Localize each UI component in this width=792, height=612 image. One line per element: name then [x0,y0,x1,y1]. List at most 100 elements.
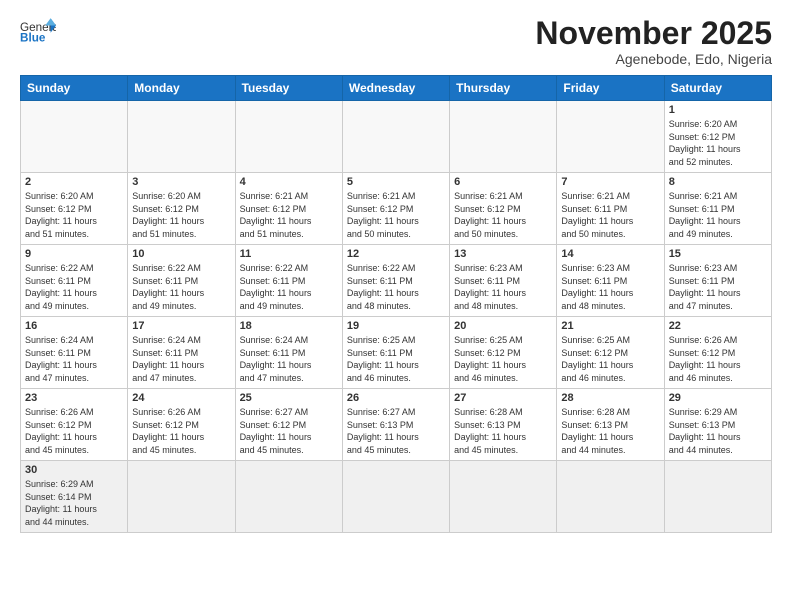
calendar-cell [342,101,449,173]
day-info: Sunrise: 6:24 AM Sunset: 6:11 PM Dayligh… [132,334,230,384]
day-number: 30 [25,464,123,476]
calendar-cell: 22 Sunrise: 6:26 AM Sunset: 6:12 PM Dayli… [664,317,771,389]
day-number: 10 [132,248,230,260]
calendar-row-5: 23Sunrise: 6:26 AM Sunset: 6:12 PM Dayli… [21,389,772,461]
day-info: Sunrise: 6:28 AM Sunset: 6:13 PM Dayligh… [454,406,552,456]
day-info: Sunrise: 6:20 AM Sunset: 6:12 PM Dayligh… [25,190,123,240]
day-number: 1 [669,104,767,116]
calendar-cell: 23Sunrise: 6:26 AM Sunset: 6:12 PM Dayli… [21,389,128,461]
day-number: 7 [561,176,659,188]
calendar-cell [664,461,771,533]
weekday-saturday: Saturday [664,76,771,101]
calendar-cell: 1 Sunrise: 6:20 AM Sunset: 6:12 PM Daylig… [664,101,771,173]
calendar-cell [235,461,342,533]
calendar-cell: 28 Sunrise: 6:28 AM Sunset: 6:13 PM Dayli… [557,389,664,461]
weekday-tuesday: Tuesday [235,76,342,101]
day-info: Sunrise: 6:21 AM Sunset: 6:12 PM Dayligh… [347,190,445,240]
location: Agenebode, Edo, Nigeria [535,51,772,67]
day-number: 22 [669,320,767,332]
calendar-cell: 4 Sunrise: 6:21 AM Sunset: 6:12 PM Daylig… [235,173,342,245]
day-info: Sunrise: 6:22 AM Sunset: 6:11 PM Dayligh… [347,262,445,312]
day-info: Sunrise: 6:23 AM Sunset: 6:11 PM Dayligh… [669,262,767,312]
calendar-cell: 14Sunrise: 6:23 AM Sunset: 6:11 PM Dayli… [557,245,664,317]
calendar-row-6: 30 Sunrise: 6:29 AM Sunset: 6:14 PM Dayli… [21,461,772,533]
day-info: Sunrise: 6:26 AM Sunset: 6:12 PM Dayligh… [25,406,123,456]
calendar-cell: 10 Sunrise: 6:22 AM Sunset: 6:11 PM Dayli… [128,245,235,317]
calendar-cell [557,461,664,533]
day-number: 28 [561,392,659,404]
calendar-cell: 9Sunrise: 6:22 AM Sunset: 6:11 PM Daylig… [21,245,128,317]
day-number: 21 [561,320,659,332]
calendar-cell: 25 Sunrise: 6:27 AM Sunset: 6:12 PM Dayli… [235,389,342,461]
day-number: 5 [347,176,445,188]
calendar-cell [235,101,342,173]
day-info: Sunrise: 6:28 AM Sunset: 6:13 PM Dayligh… [561,406,659,456]
calendar-cell: 12Sunrise: 6:22 AM Sunset: 6:11 PM Dayli… [342,245,449,317]
day-number: 4 [240,176,338,188]
calendar-row-3: 9Sunrise: 6:22 AM Sunset: 6:11 PM Daylig… [21,245,772,317]
day-info: Sunrise: 6:21 AM Sunset: 6:11 PM Dayligh… [561,190,659,240]
weekday-sunday: Sunday [21,76,128,101]
day-info: Sunrise: 6:26 AM Sunset: 6:12 PM Dayligh… [669,334,767,384]
day-number: 3 [132,176,230,188]
calendar-row-4: 16 Sunrise: 6:24 AM Sunset: 6:11 PM Dayli… [21,317,772,389]
calendar-cell: 27 Sunrise: 6:28 AM Sunset: 6:13 PM Dayli… [450,389,557,461]
day-info: Sunrise: 6:29 AM Sunset: 6:13 PM Dayligh… [669,406,767,456]
calendar-cell: 19Sunrise: 6:25 AM Sunset: 6:11 PM Dayli… [342,317,449,389]
day-number: 17 [132,320,230,332]
day-info: Sunrise: 6:29 AM Sunset: 6:14 PM Dayligh… [25,478,123,528]
day-info: Sunrise: 6:22 AM Sunset: 6:11 PM Dayligh… [240,262,338,312]
day-number: 27 [454,392,552,404]
header: General Blue November 2025 Agenebode, Ed… [20,16,772,67]
day-number: 18 [240,320,338,332]
calendar-cell: 18 Sunrise: 6:24 AM Sunset: 6:11 PM Dayli… [235,317,342,389]
day-info: Sunrise: 6:23 AM Sunset: 6:11 PM Dayligh… [454,262,552,312]
calendar-cell: 30 Sunrise: 6:29 AM Sunset: 6:14 PM Dayli… [21,461,128,533]
logo: General Blue [20,16,56,44]
calendar-cell: 6 Sunrise: 6:21 AM Sunset: 6:12 PM Daylig… [450,173,557,245]
calendar-cell: 8 Sunrise: 6:21 AM Sunset: 6:11 PM Daylig… [664,173,771,245]
day-info: Sunrise: 6:21 AM Sunset: 6:12 PM Dayligh… [240,190,338,240]
day-number: 6 [454,176,552,188]
calendar: SundayMondayTuesdayWednesdayThursdayFrid… [20,75,772,533]
day-number: 16 [25,320,123,332]
calendar-cell [450,461,557,533]
weekday-friday: Friday [557,76,664,101]
calendar-cell: 3Sunrise: 6:20 AM Sunset: 6:12 PM Daylig… [128,173,235,245]
day-info: Sunrise: 6:20 AM Sunset: 6:12 PM Dayligh… [669,118,767,168]
day-info: Sunrise: 6:25 AM Sunset: 6:12 PM Dayligh… [454,334,552,384]
day-number: 13 [454,248,552,260]
day-info: Sunrise: 6:22 AM Sunset: 6:11 PM Dayligh… [132,262,230,312]
day-info: Sunrise: 6:25 AM Sunset: 6:11 PM Dayligh… [347,334,445,384]
calendar-cell [342,461,449,533]
logo-icon: General Blue [20,16,56,44]
month-title: November 2025 [535,16,772,51]
calendar-cell: 16Sunrise: 6:24 AM Sunset: 6:11 PM Dayli… [21,317,128,389]
day-info: Sunrise: 6:21 AM Sunset: 6:11 PM Dayligh… [669,190,767,240]
calendar-cell: 13 Sunrise: 6:23 AM Sunset: 6:11 PM Dayli… [450,245,557,317]
weekday-wednesday: Wednesday [342,76,449,101]
day-info: Sunrise: 6:21 AM Sunset: 6:12 PM Dayligh… [454,190,552,240]
calendar-cell: 17 Sunrise: 6:24 AM Sunset: 6:11 PM Dayli… [128,317,235,389]
calendar-cell: 15Sunrise: 6:23 AM Sunset: 6:11 PM Dayli… [664,245,771,317]
svg-text:Blue: Blue [20,32,46,44]
day-info: Sunrise: 6:23 AM Sunset: 6:11 PM Dayligh… [561,262,659,312]
day-number: 20 [454,320,552,332]
day-info: Sunrise: 6:27 AM Sunset: 6:12 PM Dayligh… [240,406,338,456]
calendar-cell: 2 Sunrise: 6:20 AM Sunset: 6:12 PM Daylig… [21,173,128,245]
day-info: Sunrise: 6:24 AM Sunset: 6:11 PM Dayligh… [240,334,338,384]
calendar-cell: 29Sunrise: 6:29 AM Sunset: 6:13 PM Dayli… [664,389,771,461]
calendar-cell: 26Sunrise: 6:27 AM Sunset: 6:13 PM Dayli… [342,389,449,461]
calendar-cell: 20 Sunrise: 6:25 AM Sunset: 6:12 PM Dayli… [450,317,557,389]
day-number: 25 [240,392,338,404]
calendar-row-1: 1 Sunrise: 6:20 AM Sunset: 6:12 PM Daylig… [21,101,772,173]
title-area: November 2025 Agenebode, Edo, Nigeria [535,16,772,67]
day-info: Sunrise: 6:27 AM Sunset: 6:13 PM Dayligh… [347,406,445,456]
calendar-cell [128,101,235,173]
day-number: 8 [669,176,767,188]
calendar-cell [557,101,664,173]
calendar-cell [21,101,128,173]
day-number: 2 [25,176,123,188]
weekday-header-row: SundayMondayTuesdayWednesdayThursdayFrid… [21,76,772,101]
calendar-row-2: 2 Sunrise: 6:20 AM Sunset: 6:12 PM Daylig… [21,173,772,245]
